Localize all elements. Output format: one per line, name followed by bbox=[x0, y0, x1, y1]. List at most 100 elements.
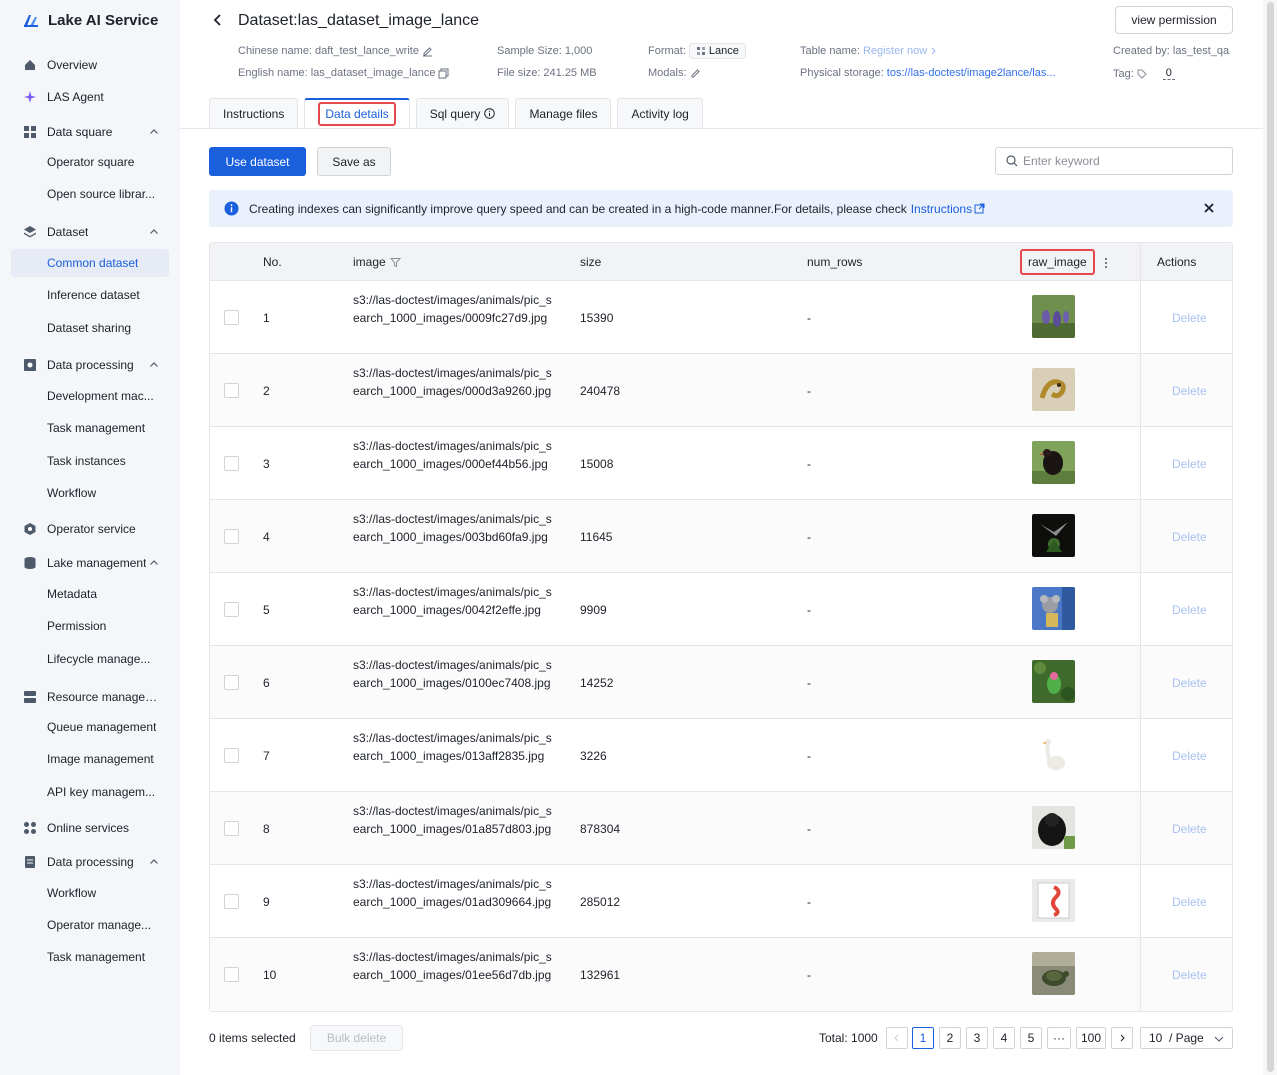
raw-image-thumbnail[interactable] bbox=[1032, 879, 1075, 922]
table-row[interactable]: 9 s3://las-doctest/images/animals/pic_sea… bbox=[210, 865, 1232, 938]
sidebar-item-task-instances[interactable]: Task instances bbox=[11, 447, 169, 475]
table-row[interactable]: 1 s3://las-doctest/images/animals/pic_sea… bbox=[210, 281, 1232, 354]
delete-link[interactable]: Delete bbox=[1172, 822, 1207, 836]
table-row[interactable]: 3 s3://las-doctest/images/animals/pic_sea… bbox=[210, 427, 1232, 500]
table-row[interactable]: 2 s3://las-doctest/images/animals/pic_sea… bbox=[210, 354, 1232, 427]
table-row[interactable]: 8 s3://las-doctest/images/animals/pic_sea… bbox=[210, 792, 1232, 865]
sidebar-item-inference-dataset[interactable]: Inference dataset bbox=[11, 281, 169, 309]
table-row[interactable]: 6 s3://las-doctest/images/animals/pic_sea… bbox=[210, 646, 1232, 719]
delete-link[interactable]: Delete bbox=[1172, 384, 1207, 398]
sidebar-item-data-processing[interactable]: Data processing bbox=[11, 848, 169, 876]
delete-link[interactable]: Delete bbox=[1172, 311, 1207, 325]
tab-instructions[interactable]: Instructions bbox=[209, 98, 299, 128]
delete-link[interactable]: Delete bbox=[1172, 749, 1207, 763]
row-checkbox[interactable] bbox=[224, 675, 239, 690]
sidebar-item-lifecycle-manage[interactable]: Lifecycle manage... bbox=[11, 645, 169, 673]
page-button[interactable]: 1 bbox=[912, 1027, 934, 1049]
row-checkbox[interactable] bbox=[224, 456, 239, 471]
sidebar-item-metadata[interactable]: Metadata bbox=[11, 580, 169, 608]
sidebar-item-common-dataset[interactable]: Common dataset bbox=[11, 249, 169, 277]
page-ellipsis[interactable]: ··· bbox=[1047, 1027, 1071, 1049]
sidebar-item-operator-manage[interactable]: Operator manage... bbox=[11, 911, 169, 939]
sidebar-item-online-services[interactable]: Online services bbox=[11, 814, 169, 842]
sidebar-item-task-management[interactable]: Task management bbox=[11, 943, 169, 971]
sidebar-item-permission[interactable]: Permission bbox=[11, 612, 169, 640]
sidebar-item-operator-service[interactable]: Operator service bbox=[11, 515, 169, 543]
tab-manage-files[interactable]: Manage files bbox=[515, 98, 612, 128]
page-size-select[interactable]: 10 / Page bbox=[1140, 1027, 1233, 1049]
row-checkbox[interactable] bbox=[224, 967, 239, 982]
tag-count[interactable]: 0 bbox=[1162, 67, 1175, 80]
table-row[interactable]: 7 s3://las-doctest/images/animals/pic_sea… bbox=[210, 719, 1232, 792]
close-icon[interactable] bbox=[1203, 202, 1215, 214]
delete-link[interactable]: Delete bbox=[1172, 457, 1207, 471]
page-button[interactable]: 3 bbox=[966, 1027, 988, 1049]
more-vertical-icon[interactable] bbox=[1103, 257, 1109, 269]
scrollbar-thumb[interactable] bbox=[1267, 2, 1274, 1072]
sidebar-item-data-processing[interactable]: Data processing bbox=[11, 351, 169, 379]
physical-storage-link[interactable]: tos://las-doctest/image2lance/las... bbox=[887, 67, 1056, 79]
table-row[interactable]: 10 s3://las-doctest/images/animals/pic_se… bbox=[210, 938, 1232, 1011]
page-button[interactable]: 100 bbox=[1076, 1027, 1106, 1049]
row-checkbox[interactable] bbox=[224, 310, 239, 325]
page-button[interactable]: 2 bbox=[939, 1027, 961, 1049]
back-arrow-icon[interactable] bbox=[210, 12, 226, 28]
sidebar-item-task-management[interactable]: Task management bbox=[11, 414, 169, 442]
save-as-button[interactable]: Save as bbox=[317, 147, 391, 176]
register-now-link[interactable]: Register now bbox=[863, 45, 927, 57]
delete-link[interactable]: Delete bbox=[1172, 895, 1207, 909]
delete-link[interactable]: Delete bbox=[1172, 530, 1207, 544]
sidebar-item-workflow[interactable]: Workflow bbox=[11, 479, 169, 507]
sidebar-item-workflow[interactable]: Workflow bbox=[11, 879, 169, 907]
brand[interactable]: Lake AI Service bbox=[22, 11, 158, 29]
delete-link[interactable]: Delete bbox=[1172, 968, 1207, 982]
copy-icon[interactable] bbox=[438, 68, 449, 79]
search-box[interactable] bbox=[995, 147, 1233, 175]
page-button[interactable]: 4 bbox=[993, 1027, 1015, 1049]
sidebar-item-image-management[interactable]: Image management bbox=[11, 745, 169, 773]
row-checkbox[interactable] bbox=[224, 821, 239, 836]
tab-activity-log[interactable]: Activity log bbox=[617, 98, 703, 128]
sidebar-item-dataset[interactable]: Dataset bbox=[11, 218, 169, 246]
raw-image-thumbnail[interactable] bbox=[1032, 733, 1075, 776]
view-permission-button[interactable]: view permission bbox=[1115, 6, 1233, 34]
sidebar-item-las-agent[interactable]: LAS Agent bbox=[11, 83, 169, 111]
raw-image-thumbnail[interactable] bbox=[1032, 806, 1075, 849]
instructions-link[interactable]: Instructions bbox=[911, 202, 985, 216]
edit-icon[interactable] bbox=[422, 46, 433, 57]
sidebar-item-open-source-librar[interactable]: Open source librar... bbox=[11, 180, 169, 208]
sidebar-item-operator-square[interactable]: Operator square bbox=[11, 148, 169, 176]
delete-link[interactable]: Delete bbox=[1172, 676, 1207, 690]
tab-sql-query[interactable]: Sql query bbox=[415, 98, 510, 128]
sidebar-item-resource-managemen[interactable]: Resource managemen bbox=[11, 683, 169, 711]
chevron-up-icon[interactable] bbox=[149, 127, 159, 137]
sidebar-item-queue-management[interactable]: Queue management bbox=[11, 713, 169, 741]
sidebar-item-overview[interactable]: Overview bbox=[11, 51, 169, 79]
row-checkbox[interactable] bbox=[224, 383, 239, 398]
row-checkbox[interactable] bbox=[224, 602, 239, 617]
raw-image-thumbnail[interactable] bbox=[1032, 441, 1075, 484]
row-checkbox[interactable] bbox=[224, 529, 239, 544]
edit-icon[interactable] bbox=[690, 68, 701, 79]
chevron-up-icon[interactable] bbox=[149, 360, 159, 370]
sidebar-item-dataset-sharing[interactable]: Dataset sharing bbox=[11, 314, 169, 342]
row-checkbox[interactable] bbox=[224, 748, 239, 763]
row-checkbox[interactable] bbox=[224, 894, 239, 909]
raw-image-thumbnail[interactable] bbox=[1032, 368, 1075, 411]
delete-link[interactable]: Delete bbox=[1172, 603, 1207, 617]
prev-page-button[interactable] bbox=[886, 1027, 908, 1049]
filter-icon[interactable] bbox=[389, 257, 401, 268]
chevron-up-icon[interactable] bbox=[149, 227, 159, 237]
raw-image-thumbnail[interactable] bbox=[1032, 660, 1075, 703]
page-button[interactable]: 5 bbox=[1020, 1027, 1042, 1049]
next-page-button[interactable] bbox=[1111, 1027, 1133, 1049]
raw-image-thumbnail[interactable] bbox=[1032, 952, 1075, 995]
bulk-delete-button[interactable]: Bulk delete bbox=[310, 1025, 403, 1051]
table-row[interactable]: 5 s3://las-doctest/images/animals/pic_sea… bbox=[210, 573, 1232, 646]
chevron-up-icon[interactable] bbox=[149, 857, 159, 867]
sidebar-item-development-mac[interactable]: Development mac... bbox=[11, 382, 169, 410]
raw-image-thumbnail[interactable] bbox=[1032, 295, 1075, 338]
raw-image-thumbnail[interactable] bbox=[1032, 514, 1075, 557]
use-dataset-button[interactable]: Use dataset bbox=[209, 147, 306, 176]
sidebar-item-lake-management[interactable]: Lake management bbox=[11, 549, 169, 577]
